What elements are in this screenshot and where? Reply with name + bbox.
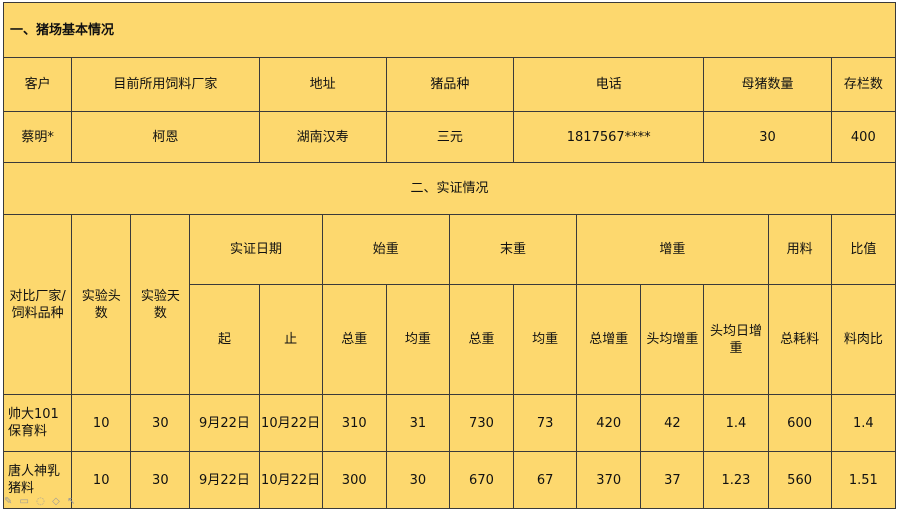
- header-to[interactable]: 止: [258, 284, 323, 395]
- trial-header-row-1: 对比厂家/饲料品种 实验头数 实验天数 实证日期 始重 末重 增重 用料 比值: [2, 214, 897, 395]
- row1-start-total[interactable]: 310: [321, 394, 387, 452]
- header-end-weight[interactable]: 末重: [448, 214, 578, 285]
- row1-to[interactable]: 10月22日: [258, 394, 323, 452]
- header-heads[interactable]: 实验头数: [71, 214, 132, 395]
- row2-avg-gain-head[interactable]: 37: [640, 451, 705, 509]
- row1-name[interactable]: 帅大101保育料: [2, 394, 73, 452]
- header-total-gain[interactable]: 总增重: [576, 284, 642, 395]
- header-gain[interactable]: 增重: [576, 214, 769, 285]
- header-date[interactable]: 实证日期: [189, 214, 323, 285]
- header-ratio[interactable]: 比值: [830, 214, 897, 285]
- header-end-avg[interactable]: 均重: [513, 284, 578, 395]
- header-phone[interactable]: 电话: [513, 57, 705, 112]
- row2-end-total[interactable]: 670: [448, 451, 515, 509]
- basic-value-row: 蔡明* 柯恩 湖南汉寿 三元 1817567**** 30 400: [2, 111, 897, 163]
- row2-end-avg[interactable]: 67: [513, 451, 578, 509]
- row2-avg-daily-gain[interactable]: 1.23: [703, 451, 769, 509]
- row2-days[interactable]: 30: [130, 451, 191, 509]
- header-stock[interactable]: 存栏数: [830, 57, 897, 112]
- basic-header-row: 客户 目前所用饲料厂家 地址 猪品种 电话 母猪数量 存栏数: [2, 57, 897, 112]
- header-avg-daily-gain[interactable]: 头均日增重: [703, 284, 769, 395]
- row1-end-total[interactable]: 730: [448, 394, 515, 452]
- section1-row: 一、猪场基本情况: [3, 2, 896, 58]
- header-compare[interactable]: 对比厂家/饲料品种: [2, 214, 73, 395]
- row2-heads[interactable]: 10: [71, 451, 132, 509]
- row1-avg-gain-head[interactable]: 42: [640, 394, 705, 452]
- row2-start-total[interactable]: 300: [321, 451, 387, 509]
- row2-total-feed[interactable]: 560: [767, 451, 832, 509]
- header-sows[interactable]: 母猪数量: [703, 57, 832, 112]
- header-customer[interactable]: 客户: [2, 57, 73, 112]
- header-days[interactable]: 实验天数: [130, 214, 191, 395]
- value-customer[interactable]: 蔡明*: [2, 111, 73, 163]
- header-feed-maker[interactable]: 目前所用饲料厂家: [71, 57, 260, 112]
- row2-to[interactable]: 10月22日: [258, 451, 323, 509]
- row1-days[interactable]: 30: [130, 394, 191, 452]
- row1-from[interactable]: 9月22日: [189, 394, 260, 452]
- value-stock[interactable]: 400: [830, 111, 897, 163]
- header-start-weight[interactable]: 始重: [321, 214, 450, 285]
- header-total-feed[interactable]: 总耗料: [767, 284, 832, 395]
- value-address[interactable]: 湖南汉寿: [258, 111, 387, 163]
- section2-row: 二、实证情况: [3, 162, 896, 215]
- table-row: 帅大101保育料 10 30 9月22日 10月22日 310 31 730 7…: [2, 394, 897, 452]
- pig-farm-table: 一、猪场基本情况 客户 目前所用饲料厂家 地址 猪品种 电话 母猪数量 存栏数 …: [2, 2, 897, 509]
- spreadsheet: 一、猪场基本情况 客户 目前所用饲料厂家 地址 猪品种 电话 母猪数量 存栏数 …: [2, 2, 897, 509]
- row1-start-avg[interactable]: 31: [385, 394, 450, 452]
- value-sows[interactable]: 30: [703, 111, 832, 163]
- header-address[interactable]: 地址: [258, 57, 387, 112]
- section1-title[interactable]: 一、猪场基本情况: [3, 2, 896, 58]
- header-end-total[interactable]: 总重: [448, 284, 515, 395]
- row2-total-gain[interactable]: 370: [576, 451, 642, 509]
- row2-start-avg[interactable]: 30: [385, 451, 450, 509]
- header-breed[interactable]: 猪品种: [385, 57, 515, 112]
- section2-title[interactable]: 二、实证情况: [3, 162, 896, 215]
- row1-ratio[interactable]: 1.4: [830, 394, 897, 452]
- header-from[interactable]: 起: [189, 284, 260, 395]
- header-start-total[interactable]: 总重: [321, 284, 387, 395]
- value-breed[interactable]: 三元: [385, 111, 515, 163]
- header-feed-meat-ratio[interactable]: 料肉比: [830, 284, 897, 395]
- header-avg-gain-head[interactable]: 头均增重: [640, 284, 705, 395]
- row1-avg-daily-gain[interactable]: 1.4: [703, 394, 769, 452]
- table-row: 唐人神乳猪料 10 30 9月22日 10月22日 300 30 670 67 …: [2, 451, 897, 509]
- row1-end-avg[interactable]: 73: [513, 394, 578, 452]
- value-feed-maker[interactable]: 柯恩: [71, 111, 260, 163]
- row2-from[interactable]: 9月22日: [189, 451, 260, 509]
- row1-total-feed[interactable]: 600: [767, 394, 832, 452]
- header-feed[interactable]: 用料: [767, 214, 832, 285]
- value-phone[interactable]: 1817567****: [513, 111, 705, 163]
- row2-ratio[interactable]: 1.51: [830, 451, 897, 509]
- annotation-tools-icon[interactable]: ✎ ▭ ◌ ◇ ↖: [4, 496, 77, 507]
- header-start-avg[interactable]: 均重: [385, 284, 450, 395]
- row1-heads[interactable]: 10: [71, 394, 132, 452]
- row1-total-gain[interactable]: 420: [576, 394, 642, 452]
